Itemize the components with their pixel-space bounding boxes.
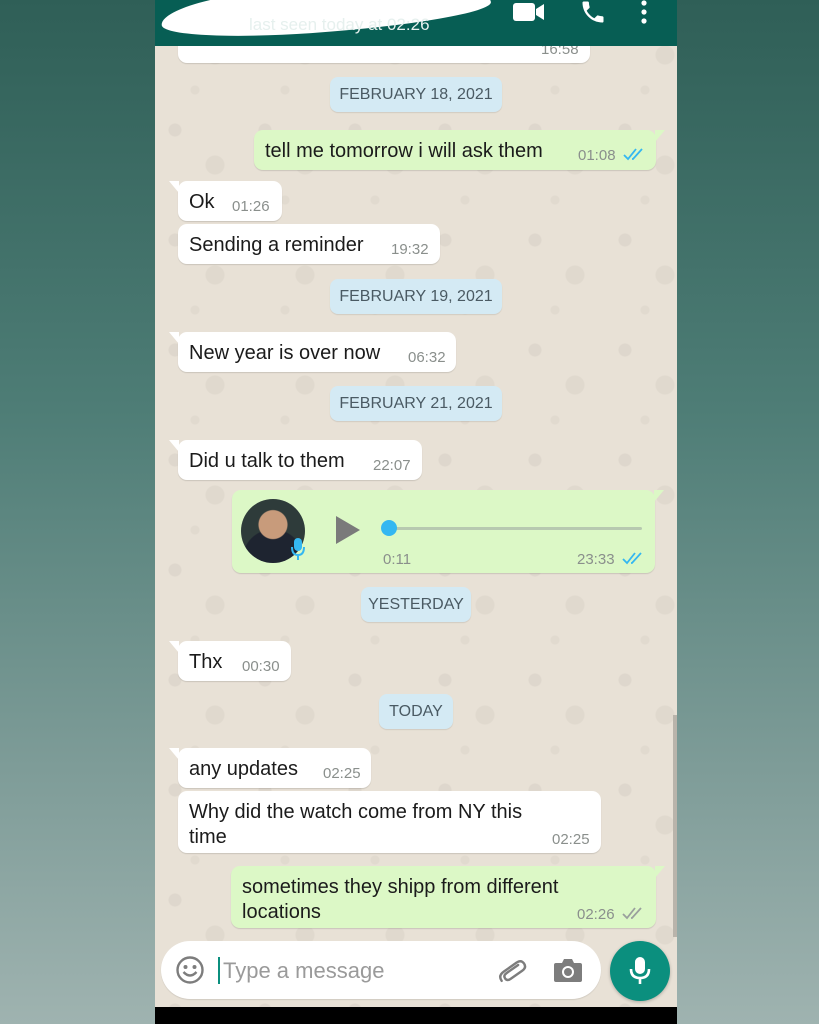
voice-call-icon[interactable] <box>579 0 607 26</box>
delivered-ticks-icon <box>622 907 642 920</box>
message-input[interactable] <box>221 951 485 991</box>
message-text: Thx <box>189 651 223 673</box>
read-receipt-icon <box>622 552 642 565</box>
paperclip-icon[interactable] <box>496 955 528 987</box>
message-time: 19:32 <box>391 241 429 258</box>
message-time: 02:26 <box>577 906 615 923</box>
message-text: tell me tomorrow i will ask them <box>265 140 543 162</box>
message-bubble-incoming[interactable]: Thx 00:30 <box>169 641 291 681</box>
play-icon[interactable] <box>334 514 362 546</box>
message-bubble-outgoing[interactable]: tell me tomorrow i will ask them 01:08 <box>254 130 665 170</box>
message-text: Did u talk to them <box>189 450 345 472</box>
message-text: Why did the watch come from NY this time <box>189 800 522 850</box>
date-separator: FEBRUARY 18, 2021 <box>330 77 502 112</box>
date-separator: FEBRUARY 21, 2021 <box>330 386 502 421</box>
message-bubble-incoming[interactable]: New year is over now 06:32 <box>169 332 456 372</box>
message-time: 01:08 <box>578 147 616 164</box>
message-bubble-incoming[interactable]: Sending a reminder 19:32 <box>178 224 440 264</box>
voice-message-bubble[interactable]: 0:11 23:33 <box>232 490 664 573</box>
message-time: 22:07 <box>373 457 411 474</box>
scrollbar-thumb[interactable] <box>673 715 677 937</box>
message-text-line: sometimes they shipp from different <box>242 876 559 898</box>
message-text-line: time <box>189 826 227 848</box>
read-receipt-icon <box>623 148 643 161</box>
voice-record-button[interactable] <box>610 941 670 1001</box>
message-bubble-incoming[interactable]: Did u talk to them 22:07 <box>169 440 422 480</box>
chat-header[interactable]: last seen today at 02:26 <box>155 0 677 46</box>
message-time: 01:26 <box>232 198 270 215</box>
voice-progress-track[interactable] <box>384 527 642 530</box>
message-time: 00:30 <box>242 658 280 675</box>
message-time: 06:32 <box>408 349 446 366</box>
message-bubble-outgoing[interactable]: sometimes they shipp from different loca… <box>231 866 665 928</box>
voice-note-mic-icon <box>291 538 305 560</box>
message-text: Ok <box>189 191 215 213</box>
message-bubble-incoming[interactable]: any updates 02:25 <box>169 748 371 788</box>
message-bubble-incoming[interactable]: Why did the watch come from NY this time… <box>178 791 601 853</box>
message-time: 02:25 <box>323 765 361 782</box>
emoji-icon[interactable] <box>175 955 205 985</box>
message-text: any updates <box>189 758 298 780</box>
message-text-line: Why did the watch come from NY this <box>189 801 523 823</box>
message-composer <box>161 941 601 999</box>
more-options-icon[interactable] <box>639 0 649 26</box>
message-text: sometimes they shipp from different loca… <box>242 875 558 925</box>
voice-duration: 0:11 <box>383 551 412 568</box>
chat-screen: last seen today at 02:26 16:58 FEBRUARY … <box>155 0 677 1024</box>
last-seen-status: last seen today at 02:26 <box>249 15 430 34</box>
message-time: 02:25 <box>552 831 590 848</box>
voice-seek-handle[interactable] <box>381 520 397 536</box>
microphone-icon <box>629 957 651 984</box>
date-separator: YESTERDAY <box>361 587 471 622</box>
message-text: New year is over now <box>189 342 381 364</box>
message-text: Sending a reminder <box>189 234 364 256</box>
system-navigation-bar <box>155 1007 677 1024</box>
video-call-icon[interactable] <box>513 0 545 28</box>
message-text-line: locations <box>242 901 321 923</box>
text-cursor <box>218 957 220 984</box>
date-separator: FEBRUARY 19, 2021 <box>330 279 502 314</box>
message-bubble-incoming[interactable]: Ok 01:26 <box>169 181 282 221</box>
message-time: 23:33 <box>577 551 615 568</box>
date-separator: TODAY <box>379 694 453 729</box>
camera-icon[interactable] <box>553 957 583 983</box>
